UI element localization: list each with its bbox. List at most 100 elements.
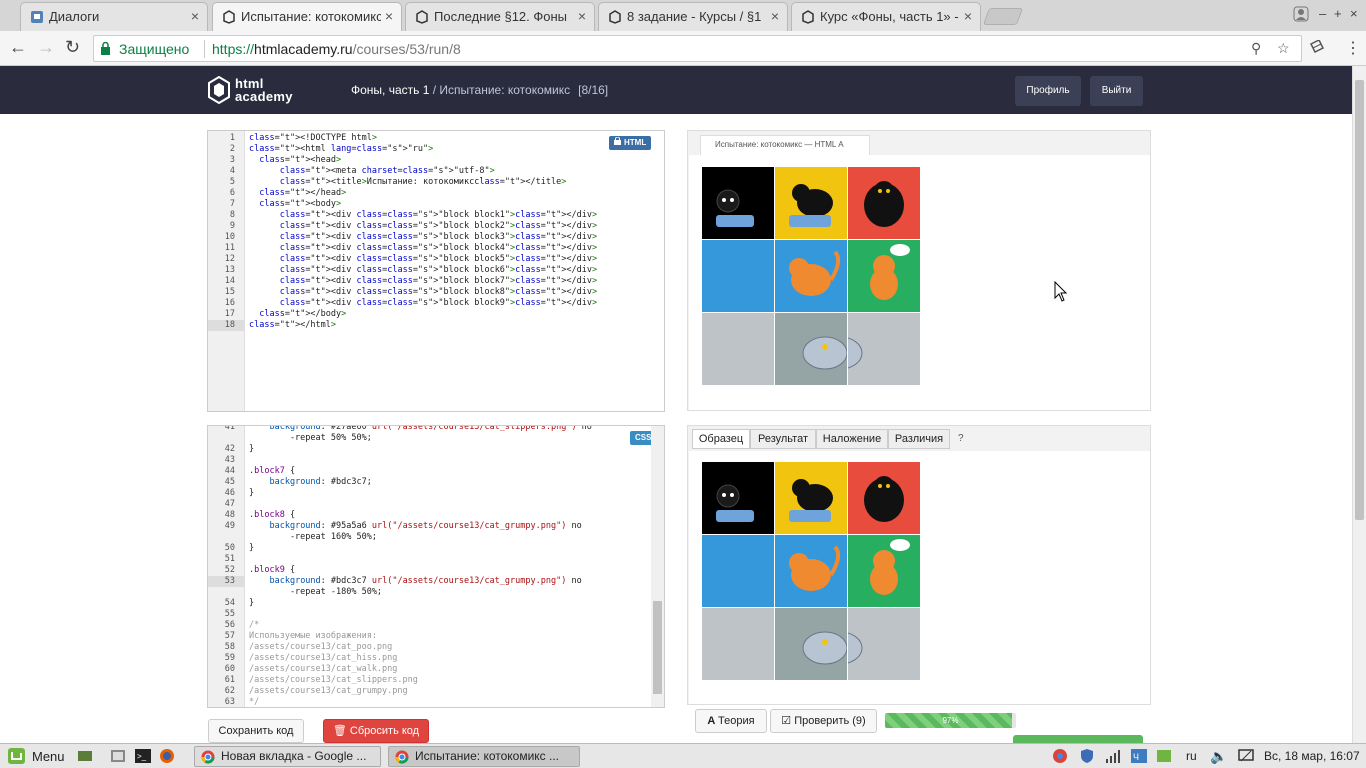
code-line[interactable]: 44 .block7 {	[208, 466, 648, 477]
minimize-icon[interactable]: –	[1319, 6, 1326, 21]
code-line[interactable]: 13 class="t"><div class=class="s">"block…	[208, 265, 648, 276]
code-line[interactable]: 60/assets/course13/cat_walk.png	[208, 664, 648, 675]
code-line[interactable]: 12 class="t"><div class=class="s">"block…	[208, 254, 648, 265]
close-icon[interactable]: ×	[385, 8, 393, 24]
css-editor[interactable]: 41 background: #27ae60 url("/assets/cour…	[207, 425, 665, 708]
code-line[interactable]: -repeat -180% 50%;	[208, 587, 648, 598]
html-editor[interactable]: 1 class="t"><!DOCTYPE html> 2 class="t"><ht…	[207, 130, 665, 412]
preview-tab[interactable]: Испытание: котокомикс — HTML А	[700, 135, 870, 155]
code-line[interactable]: 54}	[208, 598, 648, 609]
code-line[interactable]: 55	[208, 609, 648, 620]
browser-tab[interactable]: Диалоги ×	[20, 2, 208, 31]
extension-icon[interactable]	[1310, 40, 1324, 56]
breadcrumb-course[interactable]: Фоны, часть 1	[351, 83, 429, 97]
code-line[interactable]: 47	[208, 499, 648, 510]
code-line[interactable]: 18 class="t"></html>	[208, 320, 648, 331]
scrollbar-thumb[interactable]	[1355, 80, 1364, 520]
code-line[interactable]: 14 class="t"><div class=class="s">"block…	[208, 276, 648, 287]
code-line[interactable]: 7 class="t"><body>	[208, 199, 648, 210]
next-task-button[interactable]	[1013, 735, 1143, 743]
code-line[interactable]: -repeat 160% 50%;	[208, 532, 648, 543]
theory-button[interactable]: A Теория	[695, 709, 767, 733]
update-icon[interactable]	[1156, 748, 1172, 764]
tab-sample[interactable]: Образец	[692, 429, 750, 449]
code-line[interactable]: 6 class="t"></head>	[208, 188, 648, 199]
code-line[interactable]: 15 class="t"><div class=class="s">"block…	[208, 287, 648, 298]
shield-icon[interactable]	[1079, 748, 1095, 764]
browser-tab[interactable]: Курс «Фоны, часть 1» - ×	[791, 2, 981, 31]
tab-result[interactable]: Результат	[750, 429, 816, 449]
code-line[interactable]: 3 class="t"><head>	[208, 155, 648, 166]
reload-icon[interactable]: ↻	[65, 37, 80, 58]
htmlacademy-logo[interactable]: html academy	[207, 76, 307, 106]
user-icon[interactable]	[1293, 6, 1309, 22]
tab-diff[interactable]: Различия	[888, 429, 950, 449]
code-line[interactable]: 42}	[208, 444, 648, 455]
check-button[interactable]: ☑ Проверить (9)	[770, 709, 877, 733]
close-window-icon[interactable]: ×	[1350, 6, 1358, 21]
code-line[interactable]: 50}	[208, 543, 648, 554]
code-line[interactable]: 57 Используемые изображения:	[208, 631, 648, 642]
firefox-icon[interactable]	[159, 748, 175, 764]
chrome-tray-icon[interactable]	[1052, 748, 1068, 764]
close-icon[interactable]: ×	[578, 8, 586, 24]
code-line[interactable]: 53 background: #bdc3c7 url("/assets/cour…	[208, 576, 648, 587]
reset-code-button[interactable]: 🗑 Сбросить код	[323, 719, 429, 743]
terminal-icon[interactable]: >_	[135, 748, 151, 764]
code-line[interactable]: 48 .block8 {	[208, 510, 648, 521]
keyboard-icon[interactable]: Ч	[1131, 748, 1147, 764]
code-line[interactable]: 62/assets/course13/cat_grumpy.png	[208, 686, 648, 697]
close-icon[interactable]: ×	[191, 8, 199, 24]
code-line[interactable]: 58/assets/course13/cat_poo.png	[208, 642, 648, 653]
taskbar-window[interactable]: Новая вкладка - Google ...	[194, 746, 381, 767]
menu-dots-icon[interactable]: ⋮	[1345, 38, 1361, 58]
volume-icon[interactable]: 🔈	[1210, 748, 1227, 765]
code-line[interactable]: 9 class="t"><div class=class="s">"block …	[208, 221, 648, 232]
close-icon[interactable]: ×	[771, 8, 779, 24]
code-line[interactable]: 1 class="t"><!DOCTYPE html>	[208, 133, 648, 144]
save-code-button[interactable]: Сохранить код	[208, 719, 304, 743]
close-icon[interactable]: ×	[964, 8, 972, 24]
tab-overlay[interactable]: Наложение	[816, 429, 888, 449]
network-icon[interactable]	[1105, 748, 1121, 764]
code-line[interactable]: 61/assets/course13/cat_slippers.png	[208, 675, 648, 686]
code-line[interactable]: 41 background: #27ae60 url("/assets/cour…	[208, 426, 648, 433]
taskbar-window-active[interactable]: Испытание: котокомикс ...	[388, 746, 580, 767]
star-icon[interactable]: ☆	[1277, 40, 1290, 57]
code-line[interactable]: 16 class="t"><div class=class="s">"block…	[208, 298, 648, 309]
language-indicator[interactable]: ru	[1186, 749, 1197, 763]
browser-tab-active[interactable]: Испытание: котокомикс ×	[212, 2, 402, 31]
code-line[interactable]: 52 .block9 {	[208, 565, 648, 576]
code-line[interactable]: 46}	[208, 488, 648, 499]
zoom-icon[interactable]: ⚲	[1251, 40, 1261, 57]
browser-tab[interactable]: Последние §12. Фоны ×	[405, 2, 595, 31]
forward-icon[interactable]: →	[37, 37, 55, 58]
scrollbar-thumb[interactable]	[653, 601, 662, 694]
code-line[interactable]: 59/assets/course13/cat_hiss.png	[208, 653, 648, 664]
code-line[interactable]: 17 class="t"></body>	[208, 309, 648, 320]
desktop-icon[interactable]	[77, 748, 93, 764]
code-line[interactable]: 2 class="t"><html lang=class="s">"ru">	[208, 144, 648, 155]
profile-button[interactable]: Профиль	[1015, 76, 1081, 106]
back-icon[interactable]: ←	[9, 37, 27, 58]
display-icon[interactable]	[1238, 748, 1254, 764]
code-line[interactable]: 8 class="t"><div class=class="s">"block …	[208, 210, 648, 221]
help-icon[interactable]: ?	[958, 433, 964, 444]
code-line[interactable]: 45 background: #bdc3c7;	[208, 477, 648, 488]
logout-button[interactable]: Выйти	[1090, 76, 1143, 106]
code-line[interactable]: 10 class="t"><div class=class="s">"block…	[208, 232, 648, 243]
code-line[interactable]: 43	[208, 455, 648, 466]
address-bar[interactable]: Защищено https://htmlacademy.ru/courses/…	[93, 35, 1302, 62]
new-tab-button[interactable]	[982, 8, 1024, 25]
menu-label[interactable]: Menu	[32, 749, 65, 764]
code-line[interactable]: 51	[208, 554, 648, 565]
code-line[interactable]: 63 */	[208, 697, 648, 707]
editor-scrollbar[interactable]	[651, 426, 664, 707]
files-icon[interactable]	[110, 748, 126, 764]
code-line[interactable]: -repeat 50% 50%;	[208, 433, 648, 444]
code-line[interactable]: 56 /*	[208, 620, 648, 631]
code-line[interactable]: 5 class="t"><title>Испытание: котокомикс…	[208, 177, 648, 188]
mint-menu-icon[interactable]	[8, 748, 25, 764]
code-line[interactable]: 11 class="t"><div class=class="s">"block…	[208, 243, 648, 254]
maximize-icon[interactable]: +	[1334, 6, 1342, 21]
